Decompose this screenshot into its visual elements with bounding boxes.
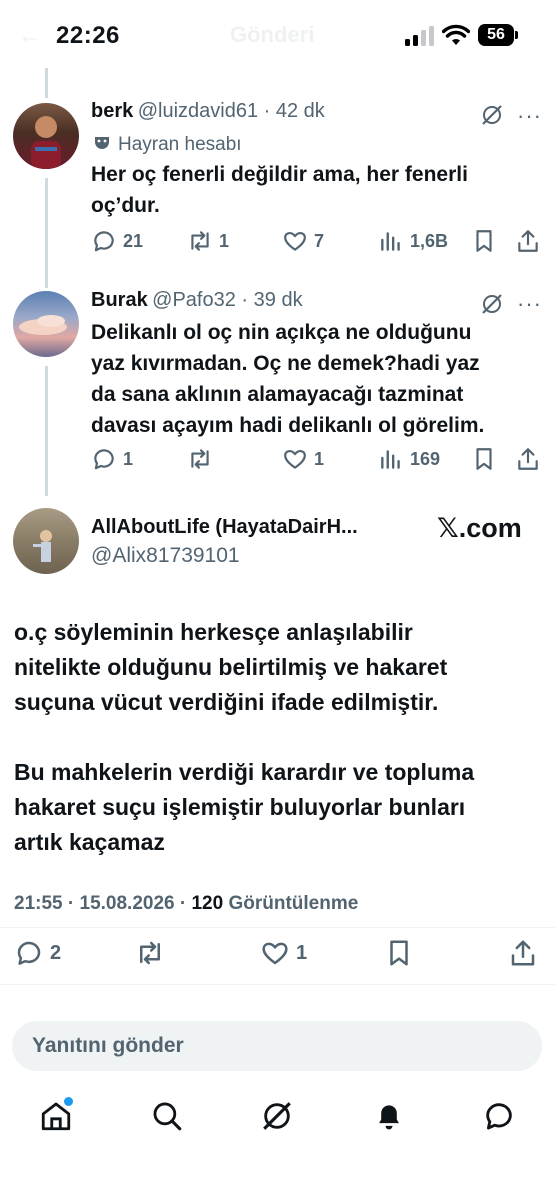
views-count: 169 <box>410 448 441 469</box>
grok-icon[interactable] <box>260 1099 294 1138</box>
signal-icon <box>404 26 434 51</box>
repost-button[interactable]: 1 <box>187 228 229 254</box>
tweet-author-name[interactable]: Burak <box>91 289 148 311</box>
share-icon <box>518 230 538 252</box>
main-tweet-author-name[interactable]: AllAboutLife (HayataDairH... <box>91 516 358 539</box>
bookmark-button[interactable] <box>384 938 414 968</box>
main-tweet-time: 21:55 <box>14 893 63 914</box>
battery-icon: 56 <box>478 24 514 46</box>
reply-count: 21 <box>123 230 144 251</box>
like-count: 7 <box>314 230 325 251</box>
tweet-author-handle[interactable]: @Pafo32 <box>152 289 236 311</box>
share-icon <box>511 940 535 966</box>
main-tweet-date: 15.08.2026 <box>79 893 175 914</box>
tweet-time: 42 dk <box>275 100 325 122</box>
mask-icon <box>94 135 110 156</box>
avatar[interactable] <box>13 103 79 169</box>
fan-account-badge: Hayran hesabı <box>118 134 242 155</box>
main-tweet-views: 120 <box>191 893 224 914</box>
divider <box>0 984 555 985</box>
notifications-icon[interactable] <box>372 1099 406 1138</box>
bookmark-button[interactable] <box>471 446 497 472</box>
main-tweet-text-line: Bu mahkelerin verdiği karardır ve toplum… <box>14 759 475 785</box>
wifi-icon <box>441 24 471 51</box>
tweet-text-line: oç’dur. <box>91 194 160 217</box>
thread-line <box>45 366 48 496</box>
grok-icon[interactable] <box>480 103 504 132</box>
avatar[interactable] <box>13 291 79 357</box>
reply-button[interactable]: 1 <box>91 446 133 472</box>
tweet-time: 39 dk <box>253 289 303 311</box>
reply-placeholder: Yanıtını gönder <box>32 1034 184 1057</box>
views-button[interactable]: 1,6B <box>378 228 448 254</box>
views-button[interactable]: 169 <box>378 446 440 472</box>
views-icon <box>381 450 400 469</box>
back-arrow-icon[interactable]: ← <box>18 22 42 50</box>
more-icon[interactable]: ··· <box>517 103 542 129</box>
tweet-text-line: yaz kıvırmadan. Oç ne demek?hadi yaz <box>91 352 480 375</box>
main-tweet-author-handle[interactable]: @Alix81739101 <box>91 544 240 568</box>
bookmark-button[interactable] <box>471 228 497 254</box>
battery-cap <box>515 31 518 39</box>
like-button[interactable]: 1 <box>260 938 307 968</box>
like-count: 1 <box>314 448 325 469</box>
share-button[interactable] <box>515 228 541 254</box>
main-tweet-text-line: hakaret suçu işlemiştir buluyorlar bunla… <box>14 794 466 820</box>
main-tweet-text-line: suçuna vücut verdiğini ifade edilmiştir. <box>14 689 439 715</box>
bookmark-icon <box>390 940 408 966</box>
tweet-text-line: Delikanlı ol oç nin açıkça ne olduğunu <box>91 321 472 344</box>
heart-icon <box>284 232 306 251</box>
main-tweet-text-line: nitelikte olduğunu belirtilmiş ve hakare… <box>14 654 448 680</box>
reply-icon <box>17 941 41 965</box>
home-notification-dot <box>62 1095 75 1108</box>
reply-count: 1 <box>123 448 134 469</box>
reply-button[interactable]: 2 <box>14 938 61 968</box>
repost-icon <box>140 941 160 965</box>
x-watermark: 𝕏.com <box>437 513 522 543</box>
reply-input[interactable]: Yanıtını gönder <box>12 1021 542 1071</box>
reply-icon <box>94 449 114 470</box>
like-button[interactable]: 7 <box>282 228 324 254</box>
share-button[interactable] <box>508 938 538 968</box>
share-button[interactable] <box>515 446 541 472</box>
tweet-text-line: da sana aklının alamayacağı tazminat <box>91 383 464 406</box>
avatar[interactable] <box>13 508 79 574</box>
messages-icon[interactable] <box>482 1099 516 1138</box>
main-tweet-views-label: Görüntülenme <box>228 893 359 914</box>
like-button[interactable]: 1 <box>282 446 324 472</box>
tweet-author-handle[interactable]: @luizdavid61 <box>138 100 258 122</box>
repost-icon <box>191 449 209 469</box>
repost-count: 1 <box>219 230 230 251</box>
repost-icon <box>191 231 209 251</box>
main-tweet-text-line: artık kaçamaz <box>14 829 165 855</box>
bookmark-icon <box>476 230 492 252</box>
main-tweet-text-line: o.ç söyleminin herkesçe anlaşılabilir <box>14 619 413 645</box>
tweet-text-line: davası açayım hadi delikanlı ol görelim. <box>91 414 485 437</box>
share-icon <box>518 448 538 470</box>
battery-level: 56 <box>487 26 505 43</box>
views-count: 1,6B <box>410 230 449 251</box>
tweet-author-name[interactable]: berk <box>91 100 133 122</box>
divider <box>0 927 555 928</box>
heart-icon <box>262 942 288 965</box>
thread-line <box>45 178 48 288</box>
repost-button[interactable] <box>135 938 165 968</box>
views-icon <box>381 232 400 251</box>
search-icon[interactable] <box>150 1099 184 1138</box>
repost-button[interactable] <box>187 446 219 472</box>
heart-icon <box>284 450 306 469</box>
bookmark-icon <box>476 448 492 470</box>
thread-line <box>45 68 48 98</box>
reply-icon <box>94 231 114 252</box>
reply-count: 2 <box>50 941 62 964</box>
more-icon[interactable]: ··· <box>517 291 542 317</box>
tweet-text-line: Her oç fenerli değildir ama, her fenerli <box>91 163 468 186</box>
header-title: Gönderi <box>230 22 315 47</box>
status-time: 22:26 <box>56 22 120 49</box>
like-count: 1 <box>296 941 308 964</box>
reply-button[interactable]: 21 <box>91 228 143 254</box>
